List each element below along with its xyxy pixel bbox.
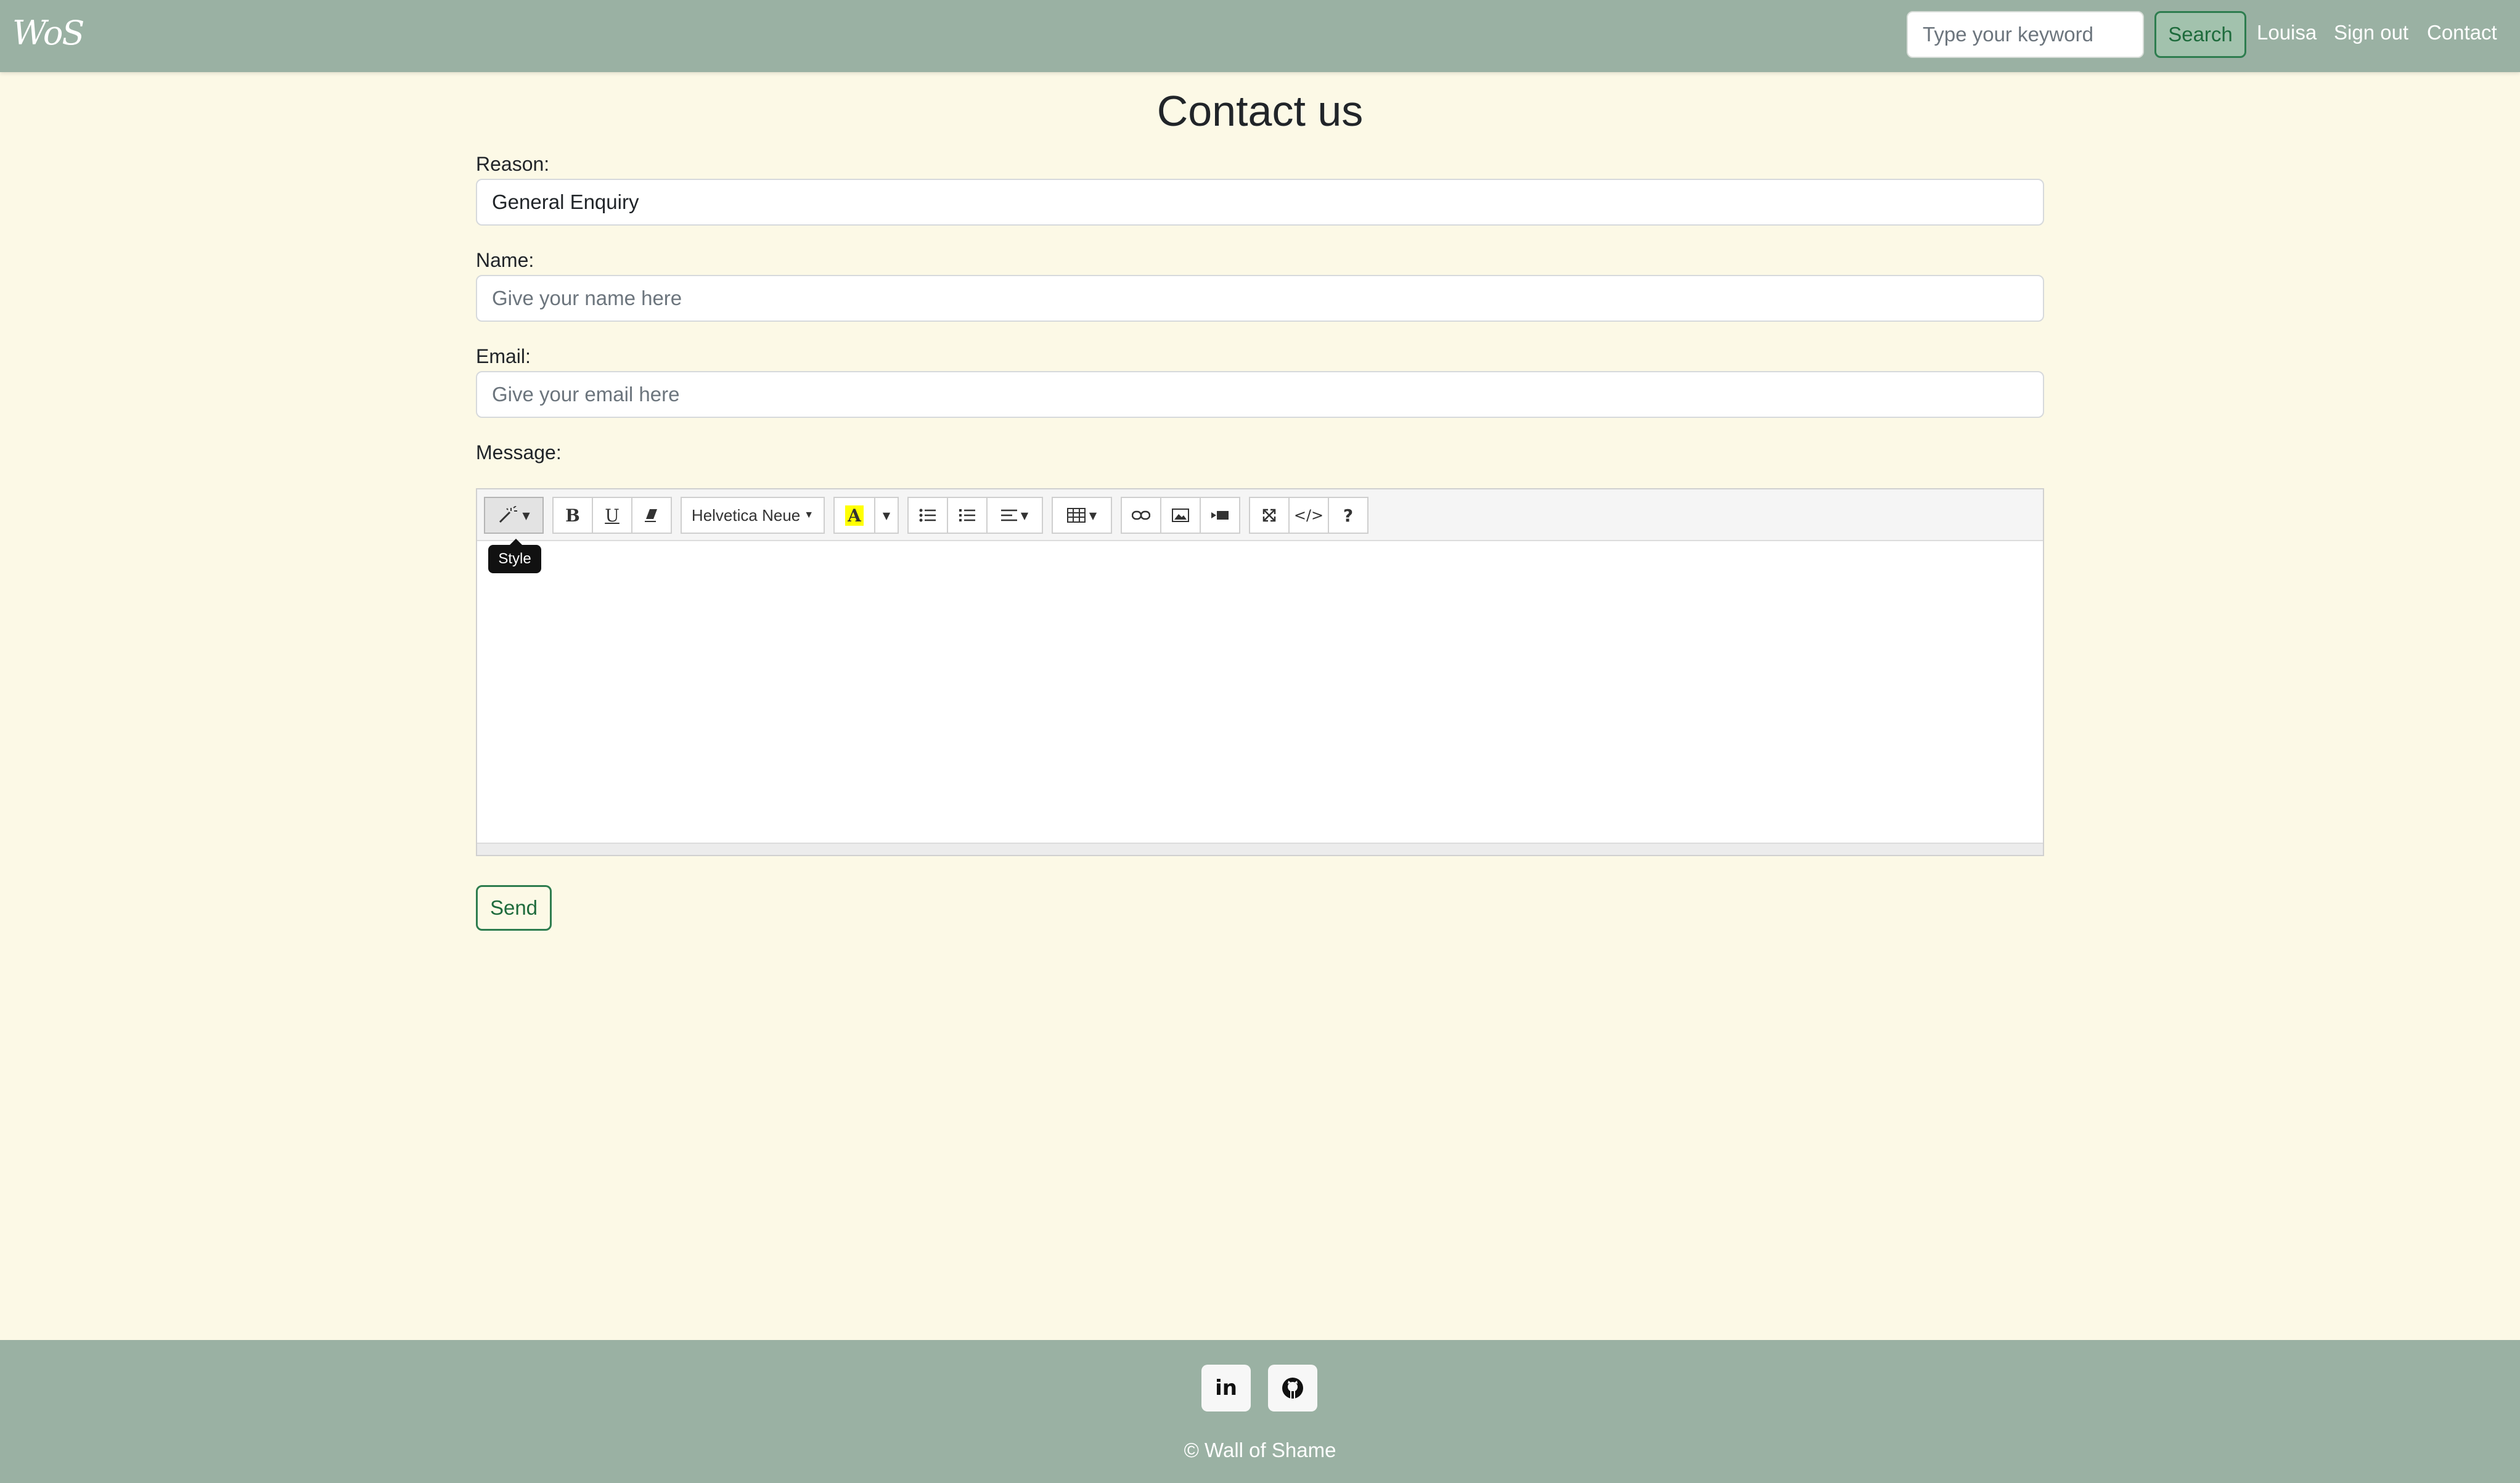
email-label: Email: bbox=[476, 345, 531, 367]
page-title: Contact us bbox=[1156, 87, 1364, 135]
style-button[interactable]: ▼ bbox=[484, 497, 544, 534]
clear-format-button[interactable] bbox=[631, 497, 672, 534]
search-input[interactable] bbox=[1907, 11, 2144, 58]
editor-resize-handle[interactable] bbox=[477, 843, 2043, 855]
magic-wand-icon bbox=[499, 506, 518, 523]
picture-icon bbox=[1172, 509, 1189, 522]
highlight-icon: A bbox=[845, 505, 864, 526]
name-input[interactable] bbox=[476, 275, 2044, 322]
fullscreen-button[interactable] bbox=[1249, 497, 1290, 534]
send-button[interactable]: Send bbox=[476, 885, 552, 931]
table-dropdown[interactable]: ▼ bbox=[1052, 497, 1112, 534]
highlight-color-button[interactable]: A bbox=[833, 497, 875, 534]
bullet-list-icon bbox=[919, 509, 936, 522]
question-icon: ? bbox=[1343, 505, 1354, 526]
underline-button[interactable]: U bbox=[592, 497, 632, 534]
message-editor: ▼ B U Helvetica Neue ▼ A ▼ ▼ ▼ </> ? Sty… bbox=[476, 488, 2044, 856]
ordered-list-button[interactable] bbox=[947, 497, 988, 534]
insert-link-button[interactable] bbox=[1121, 497, 1161, 534]
github-icon bbox=[1282, 1378, 1303, 1399]
reason-selected-value: General Enquiry bbox=[492, 190, 639, 213]
email-input[interactable] bbox=[476, 371, 2044, 418]
footer: in © Wall of Shame bbox=[0, 1340, 2520, 1483]
message-label: Message: bbox=[476, 441, 562, 464]
caret-down-icon: ▼ bbox=[522, 509, 530, 521]
nav-link-user[interactable]: Louisa bbox=[2257, 21, 2317, 44]
bold-icon: B bbox=[565, 505, 580, 526]
caret-down-icon: ▼ bbox=[1020, 509, 1029, 521]
caret-down-icon: ▼ bbox=[882, 509, 891, 521]
linkedin-icon: in bbox=[1215, 1376, 1237, 1400]
font-name-dropdown[interactable]: Helvetica Neue ▼ bbox=[681, 497, 825, 534]
insert-video-button[interactable] bbox=[1200, 497, 1240, 534]
insert-image-button[interactable] bbox=[1160, 497, 1201, 534]
site-logo[interactable]: WoS bbox=[12, 14, 84, 52]
caret-down-icon: ▼ bbox=[804, 510, 814, 520]
paragraph-align-dropdown[interactable]: ▼ bbox=[986, 497, 1043, 534]
help-button[interactable]: ? bbox=[1328, 497, 1368, 534]
editor-content-area[interactable] bbox=[477, 541, 2043, 843]
editor-toolbar: ▼ B U Helvetica Neue ▼ A ▼ ▼ ▼ </> ? bbox=[477, 489, 2043, 541]
reason-select[interactable]: General Enquiry bbox=[476, 179, 2044, 226]
table-icon bbox=[1066, 508, 1086, 523]
font-name-label: Helvetica Neue bbox=[691, 505, 801, 525]
code-icon: </> bbox=[1293, 507, 1324, 524]
eraser-icon bbox=[645, 509, 657, 522]
fullscreen-icon bbox=[1262, 509, 1276, 522]
search-button[interactable]: Search bbox=[2154, 11, 2246, 58]
numbered-list-icon bbox=[959, 509, 975, 521]
video-icon bbox=[1211, 511, 1229, 520]
nav-link-contact[interactable]: Contact bbox=[2427, 21, 2497, 44]
color-dropdown-button[interactable]: ▼ bbox=[874, 497, 899, 534]
link-icon bbox=[1132, 510, 1150, 520]
bold-button[interactable]: B bbox=[552, 497, 593, 534]
code-view-button[interactable]: </> bbox=[1288, 497, 1329, 534]
github-button[interactable] bbox=[1268, 1365, 1317, 1412]
linkedin-button[interactable]: in bbox=[1201, 1365, 1251, 1412]
navbar: WoS Search Louisa Sign out Contact bbox=[0, 0, 2520, 72]
unordered-list-button[interactable] bbox=[907, 497, 948, 534]
underline-icon: U bbox=[605, 505, 620, 526]
caret-down-icon: ▼ bbox=[1089, 509, 1097, 521]
copyright-text: © Wall of Shame bbox=[1184, 1439, 1336, 1461]
nav-link-sign-out[interactable]: Sign out bbox=[2334, 21, 2408, 44]
name-label: Name: bbox=[476, 249, 534, 271]
reason-label: Reason: bbox=[476, 153, 550, 175]
align-left-icon bbox=[1000, 509, 1017, 521]
